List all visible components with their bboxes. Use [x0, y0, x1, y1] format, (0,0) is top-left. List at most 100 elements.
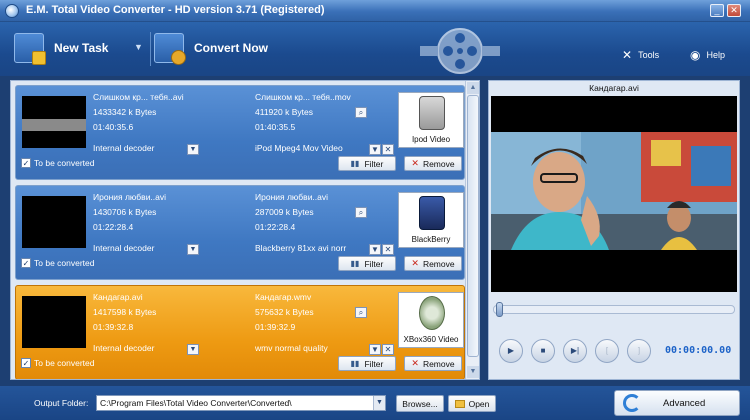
task-item-selected[interactable]: Кандагар.avi 1417598 k Bytes 01:39:32.8 …	[15, 285, 465, 379]
preview-panel: Кандагар.avi ▶ ■ ▶| [ ] 00:00:00.00	[488, 80, 740, 380]
tools-button[interactable]: ✕ Tools	[622, 48, 659, 62]
bottom-bar: Output Folder: C:\Program Files\Total Vi…	[0, 386, 750, 420]
next-icon: ▶|	[570, 346, 580, 355]
source-size: 1417598 k Bytes	[93, 307, 157, 317]
open-label: Open	[468, 398, 490, 409]
convert-now-button[interactable]: Convert Now	[154, 28, 268, 68]
filter-icon: ▮▮	[350, 359, 360, 368]
video-thumbnail	[22, 96, 86, 148]
mark-in-button[interactable]: [	[595, 339, 619, 363]
remove-icon: ✕	[411, 158, 419, 168]
remove-icon: ✕	[411, 258, 419, 268]
convert-icon	[154, 33, 186, 65]
convert-checkbox[interactable]: ✓	[21, 358, 31, 368]
search-icon[interactable]: ⌕	[355, 107, 367, 118]
convert-checkbox[interactable]: ✓	[21, 258, 31, 268]
decoder-select[interactable]: Internal decoder	[93, 241, 243, 256]
filter-label: Filter	[364, 358, 384, 369]
blackberry-icon	[419, 196, 445, 230]
toolbar-divider	[150, 32, 151, 66]
advanced-label: Advanced	[663, 397, 706, 409]
source-info: Кандагар.avi 1417598 k Bytes 01:39:32.8 …	[93, 290, 243, 356]
mark-out-icon: ]	[637, 346, 641, 355]
browse-button[interactable]: Browse...	[396, 395, 444, 412]
help-button[interactable]: ◉ Help	[690, 48, 725, 62]
output-folder-field[interactable]: C:\Program Files\Total Video Converter\C…	[96, 395, 386, 411]
decoder-dropdown-icon[interactable]: ▼	[187, 344, 199, 355]
convert-checkbox-row[interactable]: ✓ To be converted	[21, 358, 94, 368]
ipod-icon	[419, 96, 445, 130]
remove-label: Remove	[422, 158, 455, 169]
settings-icon[interactable]: ✕	[382, 244, 394, 255]
decoder-select[interactable]: Internal decoder	[93, 341, 243, 356]
video-frame-image	[491, 96, 737, 292]
output-size: 411920 k Bytes	[255, 107, 313, 117]
seek-bar[interactable]	[493, 302, 735, 317]
decoder-dropdown-icon[interactable]: ▼	[187, 244, 199, 255]
source-size: 1430706 k Bytes	[93, 207, 157, 217]
filter-icon: ▮▮	[350, 259, 360, 268]
device-box: XBox360 Video	[398, 292, 464, 348]
advanced-button[interactable]: Advanced	[614, 390, 740, 416]
video-preview	[491, 96, 737, 292]
source-duration: 01:39:32.8	[93, 322, 134, 332]
settings-icon[interactable]: ✕	[382, 344, 394, 355]
decoder-dropdown-icon[interactable]: ▼	[187, 144, 199, 155]
filter-button[interactable]: ▮▮ Filter	[338, 156, 396, 171]
output-folder-dropdown-icon[interactable]: ▼	[373, 396, 385, 410]
scroll-thumb[interactable]	[467, 95, 479, 357]
source-filename: Слишком кр... тебя..avi	[93, 92, 184, 102]
task-list: Слишком кр... тебя..avi 1433342 k Bytes …	[10, 80, 480, 380]
checkbox-label: To be converted	[34, 358, 95, 368]
new-task-button[interactable]: New Task	[14, 28, 108, 68]
remove-button[interactable]: ✕ Remove	[404, 156, 462, 171]
next-frame-button[interactable]: ▶|	[563, 339, 587, 363]
app-icon	[5, 4, 19, 18]
stop-button[interactable]: ■	[531, 339, 555, 363]
close-button[interactable]: ✕	[727, 4, 741, 17]
convert-checkbox-row[interactable]: ✓ To be converted	[21, 258, 94, 268]
new-task-dropdown-icon[interactable]: ▼	[134, 42, 146, 54]
mark-in-icon: [	[605, 346, 609, 355]
remove-button[interactable]: ✕ Remove	[404, 256, 462, 271]
timecode-display: 00:00:00.00	[665, 345, 732, 356]
play-button[interactable]: ▶	[499, 339, 523, 363]
source-duration: 01:22:28.4	[93, 222, 134, 232]
filter-icon: ▮▮	[350, 159, 360, 168]
output-duration: 01:39:32.9	[255, 322, 296, 332]
source-filename: Ирония любви..avi	[93, 192, 167, 202]
remove-button[interactable]: ✕ Remove	[404, 356, 462, 371]
scroll-down-icon[interactable]: ▼	[467, 366, 479, 378]
filter-button[interactable]: ▮▮ Filter	[338, 256, 396, 271]
output-filename: Слишком кр... тебя..mov	[255, 92, 351, 102]
mark-out-button[interactable]: ]	[627, 339, 651, 363]
open-button[interactable]: Open	[448, 395, 496, 412]
settings-icon[interactable]: ✕	[382, 144, 394, 155]
filter-label: Filter	[364, 258, 384, 269]
xbox-icon	[419, 296, 445, 330]
title-bar: E.M. Total Video Converter - HD version …	[0, 0, 750, 22]
stop-icon: ■	[540, 346, 546, 355]
scroll-up-icon[interactable]: ▲	[467, 82, 479, 94]
output-size: 575632 k Bytes	[255, 307, 314, 317]
profile-dropdown-icon[interactable]: ▼	[369, 144, 381, 155]
seek-handle[interactable]	[496, 302, 503, 317]
profile-dropdown-icon[interactable]: ▼	[369, 244, 381, 255]
convert-checkbox-row[interactable]: ✓ To be converted	[21, 158, 94, 168]
source-size: 1433342 k Bytes	[93, 107, 157, 117]
task-item[interactable]: Ирония любви..avi 1430706 k Bytes 01:22:…	[15, 185, 465, 280]
add-file-icon	[14, 33, 46, 65]
remove-icon: ✕	[411, 358, 419, 368]
convert-checkbox[interactable]: ✓	[21, 158, 31, 168]
search-icon[interactable]: ⌕	[355, 307, 367, 318]
task-list-scrollbar[interactable]: ▲ ▼	[465, 81, 479, 379]
video-thumbnail	[22, 196, 86, 248]
task-item[interactable]: Слишком кр... тебя..avi 1433342 k Bytes …	[15, 85, 465, 180]
search-icon[interactable]: ⌕	[355, 207, 367, 218]
filter-button[interactable]: ▮▮ Filter	[338, 356, 396, 371]
profile-dropdown-icon[interactable]: ▼	[369, 344, 381, 355]
remove-label: Remove	[422, 358, 455, 369]
minimize-button[interactable]: _	[710, 4, 724, 17]
film-reel-icon	[420, 28, 500, 74]
decoder-select[interactable]: Internal decoder	[93, 141, 243, 156]
